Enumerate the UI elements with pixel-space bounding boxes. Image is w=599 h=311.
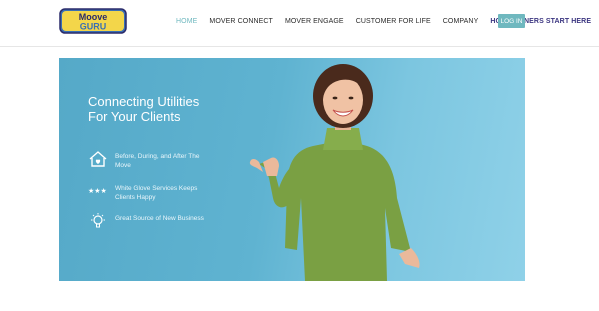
hero-person-image: [249, 64, 420, 281]
feature-text: Great Source of New Business: [115, 215, 204, 222]
main-nav: HOME MOVER CONNECT MOVER ENGAGE CUSTOMER…: [176, 14, 591, 28]
nav-mover-engage[interactable]: MOVER ENGAGE: [285, 18, 344, 25]
lightbulb-icon: [91, 213, 105, 228]
feature-item: Great Source of New Business: [88, 212, 228, 236]
feature-item: Before, During, and After The Move: [88, 150, 228, 174]
nav-mover-connect[interactable]: MOVER CONNECT: [209, 18, 273, 25]
svg-text:GURU: GURU: [80, 22, 107, 32]
feature-item: ★★★ White Glove Services Keeps Clients H…: [88, 182, 228, 206]
svg-text:★★★: ★★★: [88, 187, 107, 195]
feature-text: Before, During, and After The Move: [115, 153, 200, 169]
house-heart-icon: [89, 151, 107, 167]
site-header: Moove GURU HOME MOVER CONNECT MOVER ENGA…: [0, 0, 599, 47]
svg-text:Moove: Moove: [79, 12, 108, 22]
nav-customer-for-life[interactable]: CUSTOMER FOR LIFE: [356, 18, 431, 25]
login-button[interactable]: LOG IN: [498, 14, 525, 28]
three-stars-icon: ★★★: [88, 187, 107, 195]
hero-title-line-1: Connecting Utilities: [88, 94, 200, 109]
nav-company[interactable]: COMPANY: [443, 18, 479, 25]
hero-title: Connecting Utilities For Your Clients: [88, 94, 238, 124]
nav-home[interactable]: HOME: [176, 18, 197, 25]
feature-text: White Glove Services Keeps Clients Happy: [115, 185, 198, 201]
hero-banner: Connecting Utilities For Your Clients Be…: [59, 58, 525, 281]
moove-guru-logo[interactable]: Moove GURU: [59, 8, 127, 34]
hero-title-line-2: For Your Clients: [88, 109, 181, 124]
